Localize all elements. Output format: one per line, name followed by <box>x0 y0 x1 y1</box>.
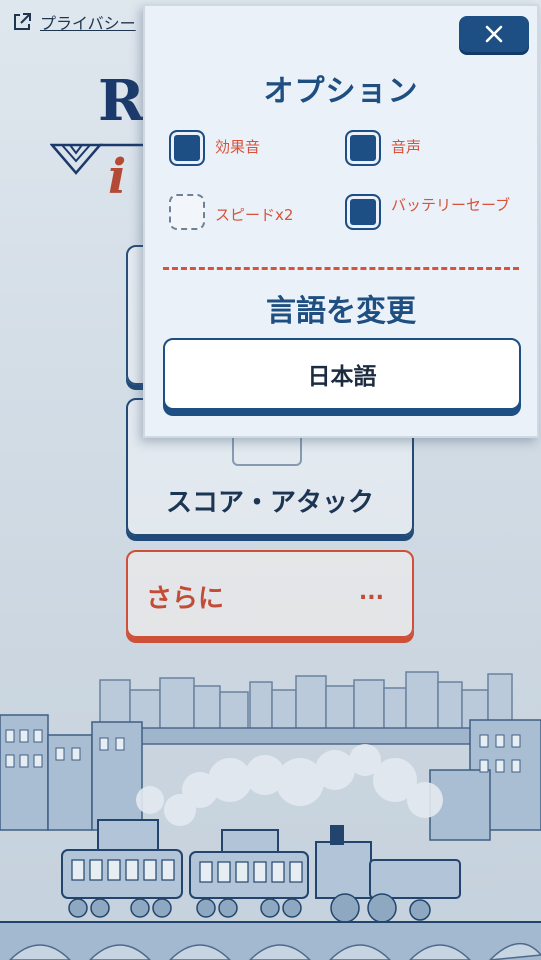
privacy-label: プライバシー <box>40 14 136 33</box>
language-select-button[interactable]: 日本語 <box>163 338 521 410</box>
speed-x2-checkbox[interactable] <box>169 194 205 230</box>
options-panel: オプション 効果音 音声 スピードx2 バッテリーセーブ 言語を変更 日本語 <box>143 4 539 438</box>
battery-save-checkbox[interactable] <box>345 194 381 230</box>
option-speed-x2[interactable]: スピードx2 <box>169 194 293 230</box>
score-attack-label: スコア・アタック <box>165 488 374 518</box>
battery-save-label: バッテリーセーブ <box>391 196 511 214</box>
sound-effects-label: 効果音 <box>215 138 261 156</box>
speed-x2-label: スピードx2 <box>215 206 294 224</box>
svg-text:R: R <box>98 68 145 134</box>
close-icon <box>485 25 503 43</box>
sound-effects-checkbox[interactable] <box>169 130 205 166</box>
language-title: 言語を変更 <box>266 294 416 329</box>
privacy-link[interactable]: プライバシー <box>12 10 136 34</box>
close-button[interactable] <box>459 16 529 52</box>
svg-text:i: i <box>108 149 126 195</box>
option-voice[interactable]: 音声 <box>345 130 421 166</box>
options-title: オプション <box>263 74 419 109</box>
external-link-icon <box>14 13 31 30</box>
voice-label: 音声 <box>391 138 422 156</box>
section-divider <box>163 267 519 270</box>
more-dots: ... <box>358 580 384 605</box>
option-battery-save[interactable]: バッテリーセーブ <box>345 194 525 230</box>
more-button[interactable]: さらに ... <box>126 550 414 638</box>
voice-checkbox[interactable] <box>345 130 381 166</box>
option-sound-effects[interactable]: 効果音 <box>169 130 260 166</box>
language-value: 日本語 <box>307 364 377 390</box>
app-logo: R i <box>49 65 150 205</box>
town-train-illustration <box>0 671 541 960</box>
logo-graphic: R i <box>49 68 145 205</box>
more-label: さらに <box>146 584 225 614</box>
